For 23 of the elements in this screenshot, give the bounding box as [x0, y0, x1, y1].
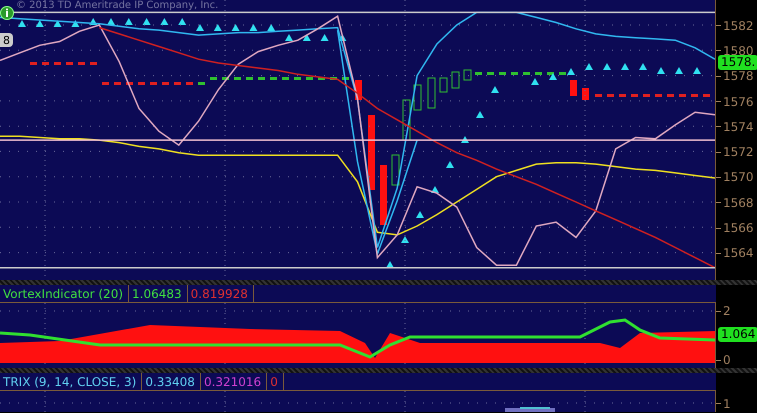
axis-label: 0	[723, 353, 731, 367]
axis-label: 1566	[723, 221, 754, 236]
axis-label: 1578	[723, 69, 754, 84]
study-value: VortexIndicator (20)	[0, 285, 130, 302]
study-value: 1.06483	[129, 285, 188, 302]
study-value: 0.33408	[142, 373, 201, 390]
study-value: 0.819928	[188, 285, 254, 302]
copyright-text: © 2013 TD Ameritrade IP Company, Inc.	[16, 0, 218, 11]
last-price-label: 1578.	[718, 55, 757, 70]
study-value: 0	[267, 373, 284, 390]
axis-label: 1576	[723, 94, 754, 109]
axis-label: 1572	[723, 145, 754, 160]
study-value: 0.321016	[200, 373, 268, 390]
axis-label: 1570	[723, 170, 754, 184]
axis-label: 1568	[723, 196, 754, 210]
axis-label: 1580	[723, 44, 754, 58]
axis-label: 1574	[723, 120, 754, 134]
axis-label: 1582	[723, 18, 754, 33]
last-value-label: 1.064	[718, 327, 757, 342]
study-value: TRIX (9, 14, CLOSE, 3)	[0, 373, 142, 390]
axis-label: 1	[723, 396, 731, 410]
axis-label: 2	[723, 304, 731, 318]
axis-label: 1564	[723, 246, 754, 260]
